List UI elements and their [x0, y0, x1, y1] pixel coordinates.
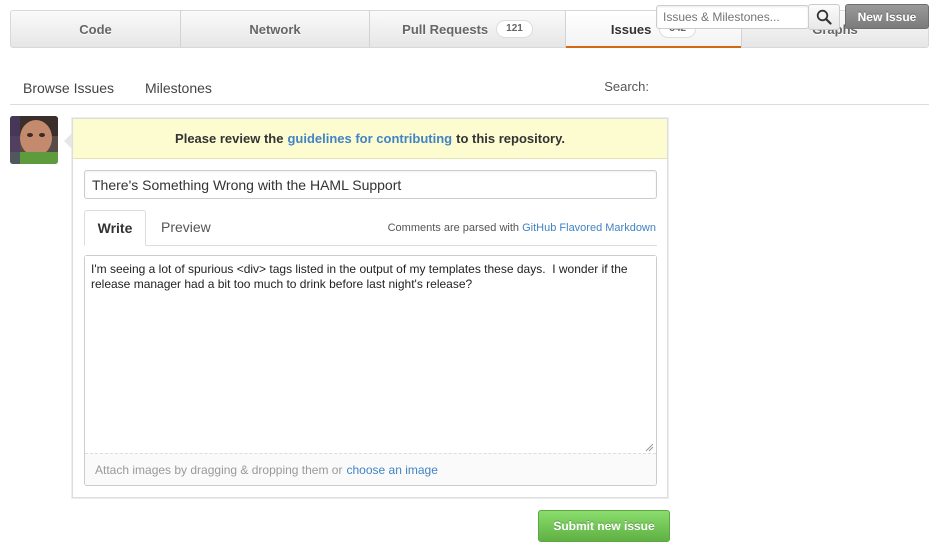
tab-code[interactable]: Code — [11, 11, 181, 47]
browse-issues-link[interactable]: Browse Issues — [23, 80, 114, 96]
submit-new-issue-button[interactable]: Submit new issue — [538, 510, 670, 542]
tab-write[interactable]: Write — [84, 210, 146, 246]
choose-image-link[interactable]: choose an image — [346, 463, 437, 477]
attach-images-bar[interactable]: Attach images by dragging & dropping the… — [85, 453, 656, 485]
tab-issues-label: Issues — [610, 21, 652, 37]
milestones-link[interactable]: Milestones — [145, 80, 212, 96]
guidelines-suffix: to this repository. — [456, 131, 565, 146]
attach-prefix: Attach images by dragging & dropping the… — [95, 462, 343, 477]
contributing-guidelines-notice: Please review the guidelines for contrib… — [73, 119, 667, 159]
tab-pull-requests[interactable]: Pull Requests 121 — [370, 11, 566, 47]
search-label: Search: — [604, 79, 649, 94]
guidelines-prefix: Please review the — [175, 131, 284, 146]
magnifier-icon — [816, 9, 832, 25]
issue-title-input[interactable] — [84, 170, 657, 199]
markdown-note: Comments are parsed with GitHub Flavored… — [388, 222, 656, 234]
search-input[interactable] — [656, 5, 809, 29]
tab-pull-requests-label: Pull Requests — [402, 21, 489, 37]
guidelines-link[interactable]: guidelines for contributing — [287, 131, 452, 146]
markdown-help-link[interactable]: GitHub Flavored Markdown — [522, 222, 656, 234]
tab-code-label: Code — [79, 21, 112, 37]
new-issue-form: Please review the guidelines for contrib… — [64, 118, 668, 498]
avatar-image — [10, 116, 58, 164]
pull-requests-count-badge: 121 — [496, 20, 533, 38]
resize-handle-icon[interactable] — [644, 442, 654, 452]
markdown-note-prefix: Comments are parsed with — [387, 222, 520, 234]
tab-network[interactable]: Network — [181, 11, 370, 47]
tab-divider — [84, 245, 657, 246]
new-issue-button[interactable]: New Issue — [845, 4, 929, 29]
tab-network-label: Network — [249, 21, 301, 37]
issue-body-textarea[interactable]: I'm seeing a lot of spurious <div> tags … — [85, 256, 656, 454]
search-button[interactable] — [808, 4, 840, 30]
issue-body-area: I'm seeing a lot of spurious <div> tags … — [84, 255, 657, 486]
issues-subnav: Browse Issues Milestones Search: — [10, 70, 929, 105]
tab-preview[interactable]: Preview — [161, 219, 211, 235]
avatar — [10, 116, 58, 164]
